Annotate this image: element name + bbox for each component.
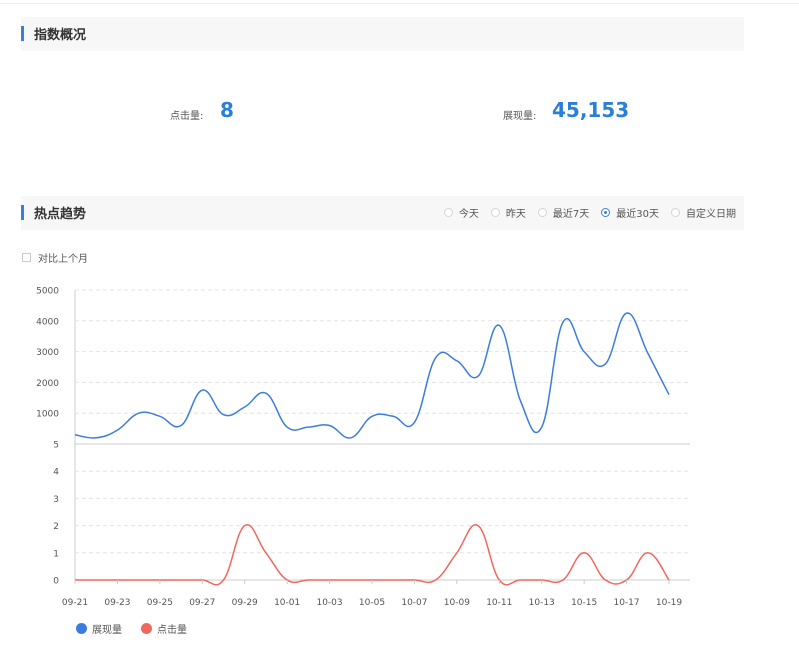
x-tick-label: 09-29 [232,598,258,608]
y-tick-label: 5 [53,441,59,451]
y-tick-label: 4000 [36,317,59,327]
impressions-value: 45,153 [552,98,630,122]
x-tick-label: 10-01 [274,598,300,608]
trend-title: 热点趋势 [34,207,87,222]
range-option-yesterday[interactable]: 昨天 [490,205,526,220]
trend-chart: 1000 2000 3000 4000 5000 0 1 2 3 4 5 09-21 09-23 09-2… [36,287,690,608]
checkbox-icon [22,253,31,262]
legend-label: 展现量 [92,625,122,636]
x-tick-label: 10-17 [613,598,639,608]
x-tick-label: 10-07 [401,598,427,608]
y-tick-label: 1 [53,549,59,559]
y-tick-label: 1000 [36,410,59,420]
x-tick-label: 10-11 [486,598,512,608]
section-accent-bar [21,205,24,220]
clicks-label: 点击量: [170,111,204,122]
radio-icon [671,208,680,217]
y-tick-label: 3000 [36,348,59,358]
x-tick-label: 09-21 [62,598,88,608]
range-option-today[interactable]: 今天 [443,205,479,220]
y-tick-label: 4 [53,468,59,478]
x-tick-label: 09-25 [147,598,173,608]
legend-item-impressions[interactable]: 展现量 [76,621,122,636]
overview-header: 指数概况 [21,17,744,51]
radio-icon [537,208,547,217]
range-option-last-30-days[interactable]: 最近30天 [601,205,659,220]
y-tick-label: 5000 [36,287,59,297]
y-tick-label: 3 [53,495,59,505]
radio-icon [443,208,453,217]
series-line-clicks [74,524,670,586]
legend-item-clicks[interactable]: 点击量 [141,621,187,636]
compare-label: 对比上个月 [38,254,88,265]
x-tick-label: 10-03 [316,598,342,608]
range-option-custom-date[interactable]: 自定义日期 [671,205,736,220]
top-divider [0,3,799,4]
x-tick-label: 10-15 [571,598,597,608]
trend-header: 热点趋势 今天 昨天 最近7天 最近30天 自定义日期 [21,196,744,230]
series-line-impressions [74,312,670,439]
x-tick-label: 09-23 [104,598,130,608]
compare-last-month-checkbox[interactable]: 对比上个月 [22,250,88,265]
x-tick-label: 09-27 [189,598,215,608]
legend-dot-icon [76,623,87,634]
radio-icon [490,208,500,217]
section-accent-bar [21,26,24,41]
legend-label: 点击量 [157,625,187,636]
x-tick-label: 10-19 [656,598,682,608]
y-tick-label: 0 [53,577,59,587]
date-range-selector: 今天 昨天 最近7天 最近30天 自定义日期 [432,205,736,220]
x-tick-label: 10-09 [444,598,470,608]
y-tick-label: 2 [53,522,59,532]
clicks-value: 8 [220,98,234,122]
range-option-last-7-days[interactable]: 最近7天 [537,205,589,220]
x-tick-label: 10-05 [359,598,385,608]
legend-dot-icon [141,623,152,634]
impressions-label: 展现量: [503,111,537,122]
overview-title: 指数概况 [34,28,87,43]
y-tick-label: 2000 [36,379,59,389]
radio-checked-icon [601,208,611,217]
x-tick-label: 10-13 [529,598,555,608]
